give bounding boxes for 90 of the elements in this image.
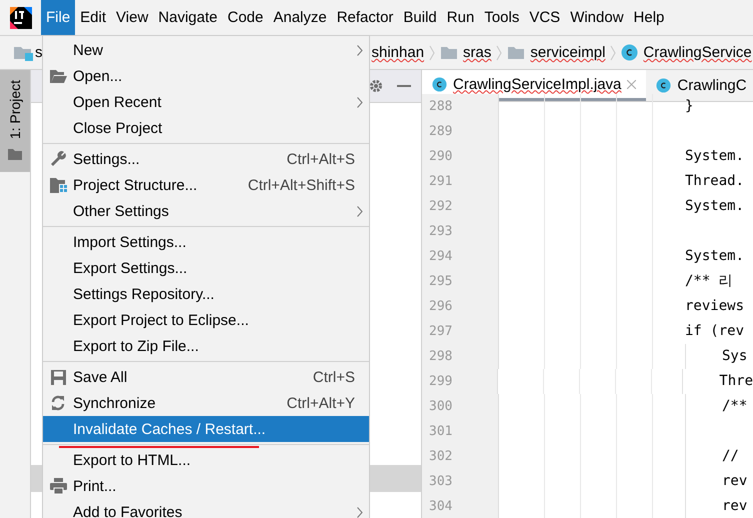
project-tool-tab[interactable]: 1: Project bbox=[0, 70, 30, 172]
chevron-icon bbox=[610, 44, 616, 60]
code-text: rev bbox=[722, 498, 748, 514]
menu-item[interactable]: VCS bbox=[524, 0, 566, 35]
menu-item[interactable]: Save All Ctrl+S bbox=[43, 364, 369, 390]
code-text: System. bbox=[685, 198, 744, 214]
shortcut-text: Ctrl+Alt+S bbox=[286, 150, 355, 168]
menu-item[interactable]: Code bbox=[222, 0, 268, 35]
menu-item[interactable]: Export Settings... bbox=[43, 255, 369, 281]
menu-item[interactable]: Print... bbox=[43, 473, 369, 499]
class-icon bbox=[621, 44, 638, 61]
shortcut-text: Ctrl+Alt+Shift+S bbox=[248, 176, 355, 194]
line-number: 301 bbox=[422, 419, 498, 444]
breadcrumb-item[interactable]: s bbox=[35, 44, 42, 61]
breadcrumb-item[interactable]: CrawlingService bbox=[643, 44, 752, 61]
line-number: 299 bbox=[422, 369, 498, 394]
menu-item[interactable]: Other Settings bbox=[43, 198, 369, 224]
line-number: 304 bbox=[422, 494, 498, 518]
chevron-icon bbox=[496, 44, 502, 60]
breadcrumb-item[interactable]: serviceimpl bbox=[530, 44, 606, 61]
menu-item[interactable]: Refactor bbox=[332, 0, 398, 35]
line-number: 293 bbox=[422, 219, 498, 244]
breadcrumb-item[interactable]: sras bbox=[463, 44, 492, 61]
menu-item[interactable]: Project Structure... Ctrl+Alt+Shift+S bbox=[43, 172, 369, 198]
breadcrumb-item[interactable]: shinhan bbox=[372, 44, 424, 61]
menu-item[interactable]: Export to HTML... bbox=[43, 447, 369, 473]
code-text: } bbox=[685, 98, 694, 114]
code-text: reviews bbox=[685, 298, 744, 314]
folder-icon bbox=[440, 45, 458, 60]
folder-icon bbox=[8, 149, 22, 160]
menu-item[interactable]: Import Settings... bbox=[43, 229, 369, 255]
menu-item[interactable]: Build bbox=[398, 0, 442, 35]
menu-item[interactable]: Help bbox=[628, 0, 670, 35]
menu-item[interactable]: New bbox=[43, 37, 369, 63]
menu-item[interactable]: Settings Repository... bbox=[43, 281, 369, 307]
line-number: 303 bbox=[422, 469, 498, 494]
line-number: 292 bbox=[422, 194, 498, 219]
menu-item[interactable]: Navigate bbox=[153, 0, 222, 35]
class-icon bbox=[432, 76, 447, 92]
menu-item[interactable]: Synchronize Ctrl+Alt+Y bbox=[43, 390, 369, 416]
line-number: 288 bbox=[422, 94, 498, 119]
line-number: 294 bbox=[422, 244, 498, 269]
menu-item[interactable]: Settings... Ctrl+Alt+S bbox=[43, 146, 369, 172]
sync-icon bbox=[50, 395, 66, 411]
class-icon bbox=[656, 78, 672, 93]
code-text: Thread. bbox=[685, 173, 744, 189]
line-number: 297 bbox=[422, 319, 498, 344]
line-number: 290 bbox=[422, 144, 498, 169]
code-text: rev bbox=[722, 473, 748, 489]
close-icon[interactable] bbox=[627, 80, 636, 88]
wrench-icon bbox=[50, 151, 66, 167]
save-icon bbox=[50, 370, 66, 384]
editor-tab[interactable]: CrawlingServiceImpl.java bbox=[422, 70, 646, 101]
folder-icon bbox=[507, 45, 526, 60]
menu-item[interactable]: Run bbox=[442, 0, 480, 35]
shortcut-text: Ctrl+S bbox=[312, 368, 355, 386]
printer-icon bbox=[50, 478, 66, 494]
shortcut-text: Ctrl+Alt+Y bbox=[286, 394, 355, 412]
project-structure-icon bbox=[50, 178, 66, 192]
line-number: 291 bbox=[422, 169, 498, 194]
code-text: if (rev bbox=[685, 323, 744, 339]
code-text: System. bbox=[685, 148, 744, 164]
line-number: 296 bbox=[422, 294, 498, 319]
code-text: Sys bbox=[722, 348, 748, 364]
menu-item[interactable]: Analyze bbox=[268, 0, 332, 35]
line-number: 302 bbox=[422, 444, 498, 469]
line-number: 295 bbox=[422, 269, 498, 294]
menu-item[interactable]: Open Recent bbox=[43, 89, 369, 115]
folder-icon bbox=[50, 70, 66, 82]
menu-item[interactable]: Edit bbox=[75, 0, 112, 35]
line-number: 300 bbox=[422, 394, 498, 419]
menu-item[interactable]: Close Project bbox=[43, 115, 369, 141]
code-text: // bbox=[722, 448, 739, 464]
line-number: 298 bbox=[422, 344, 498, 369]
menu-item[interactable]: File bbox=[41, 0, 76, 35]
menu-item[interactable]: Add to Favorites bbox=[43, 499, 369, 518]
code-text: /** bbox=[722, 398, 748, 414]
menu-item[interactable]: Export to Zip File... bbox=[43, 333, 369, 359]
menu-item[interactable]: Window bbox=[565, 0, 629, 35]
code-text: Thre bbox=[719, 373, 753, 389]
menu-item[interactable]: Tools bbox=[479, 0, 524, 35]
app-logo-icon[interactable] bbox=[10, 6, 32, 28]
chevron-icon bbox=[429, 44, 436, 60]
code-text: /** 리 bbox=[685, 273, 733, 289]
code-text: System. bbox=[685, 248, 744, 264]
settings-icon[interactable] bbox=[369, 79, 383, 93]
menu-item[interactable]: View bbox=[111, 0, 154, 35]
menu-item[interactable]: Export Project to Eclipse... bbox=[43, 307, 369, 333]
menu-item[interactable]: Open... bbox=[43, 63, 369, 89]
line-number: 289 bbox=[422, 119, 498, 144]
